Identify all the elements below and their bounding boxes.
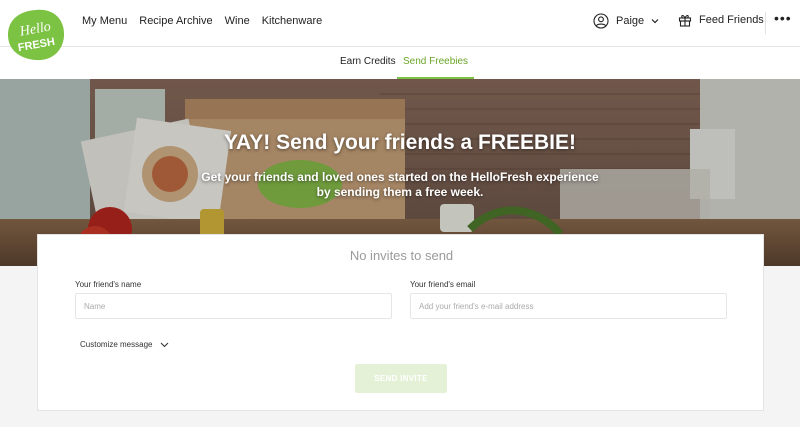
friend-name-input[interactable] <box>75 293 392 319</box>
invite-form-card: No invites to send Your friend's name Yo… <box>37 234 764 411</box>
nav-my-menu[interactable]: My Menu <box>82 15 127 27</box>
invite-status-text: No invites to send <box>349 248 454 263</box>
customize-message-toggle[interactable]: Customize message <box>80 340 169 349</box>
feed-friends-label: Feed Friends <box>699 14 764 26</box>
chevron-down-icon <box>651 19 659 24</box>
friend-name-label: Your friend's name <box>75 280 142 289</box>
tab-earn-credits[interactable]: Earn Credits <box>334 47 402 79</box>
hellofresh-logo[interactable]: Hello FRESH <box>6 8 66 62</box>
gift-icon <box>678 15 692 27</box>
tab-send-freebies[interactable]: Send Freebies <box>397 47 475 79</box>
friend-email-label: Your friend's email <box>410 280 476 289</box>
chevron-down-icon <box>161 342 169 347</box>
friend-email-input[interactable] <box>410 293 727 319</box>
nav-wine[interactable]: Wine <box>225 15 250 27</box>
hero-title: YAY! Send your friends a FREEBIE! <box>223 131 577 154</box>
nav-kitchenware[interactable]: Kitchenware <box>262 15 323 27</box>
send-invite-button[interactable]: SEND INVITE <box>355 364 447 393</box>
feed-friends-link[interactable]: Feed Friends <box>678 13 764 27</box>
subtab-bar: Earn Credits Send Freebies <box>0 47 800 79</box>
nav-divider <box>765 12 766 34</box>
customize-message-label: Customize message <box>80 340 153 349</box>
user-name: Paige <box>616 15 645 27</box>
main-nav: My Menu Recipe Archive Wine Kitchenware <box>82 15 322 27</box>
hero-subtitle: Get your friends and loved ones started … <box>201 170 599 199</box>
nav-recipe-archive[interactable]: Recipe Archive <box>139 15 212 27</box>
more-options-icon[interactable]: ••• <box>774 10 792 26</box>
top-nav: My Menu Recipe Archive Wine Kitchenware … <box>0 0 800 47</box>
user-menu[interactable]: Paige <box>593 13 659 29</box>
user-circle-icon <box>593 13 609 29</box>
